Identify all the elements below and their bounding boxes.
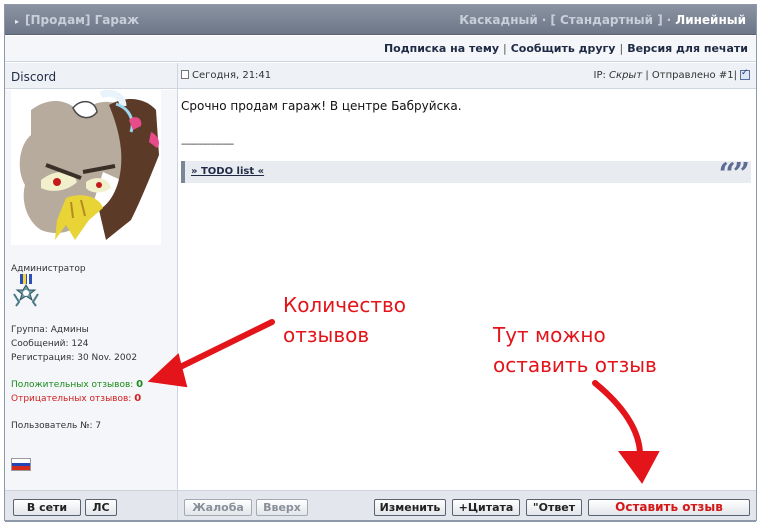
arrow-to-leave-review-button bbox=[592, 380, 660, 484]
annotation-arrows bbox=[147, 319, 660, 484]
arrow-to-reviews-count bbox=[147, 319, 275, 388]
